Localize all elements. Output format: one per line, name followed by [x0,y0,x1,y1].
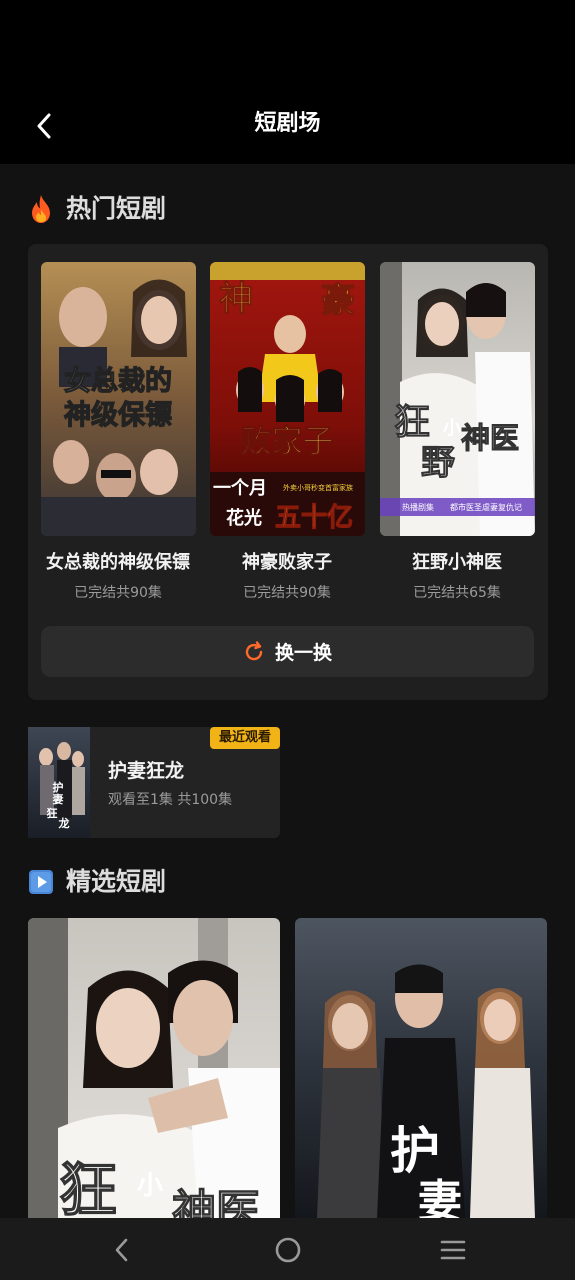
poster-meta: 已完结共90集 [74,585,162,601]
fire-icon [32,195,50,223]
poster-art: 狂 小 神医 野 热播剧集 都市医圣虐妻复仇记 [380,262,535,536]
poster-text: 热播剧集 [402,502,434,512]
recent-title: 护妻狂龙 [108,760,185,782]
poster-art: 护 妻 [295,918,547,1218]
status-bar [0,0,575,100]
poster-item-3[interactable]: 狂 小 神医 野 热播剧集 都市医圣虐妻复仇记 [380,262,535,536]
featured-item-2[interactable]: 护 妻 [295,918,547,1218]
poster-title[interactable]: 狂野小神医 [372,550,542,576]
poster-text: 狂 [47,806,58,820]
recent-progress: 观看至1集 共100集 [108,792,233,808]
poster-text: 五十亿 [275,503,353,533]
nav-home-button[interactable] [268,1230,308,1270]
nav-back-icon [115,1238,128,1262]
poster-text: 神医 [461,421,519,455]
poster-text: 野 [421,443,455,483]
poster-text: 一个月 [213,477,267,499]
nav-menu-button[interactable] [433,1230,473,1270]
poster-text: 龙 [58,816,70,830]
featured-item-1[interactable]: 狂 小 神医 [28,918,280,1218]
nav-back-button[interactable] [102,1230,142,1270]
poster-text: 妻 [418,1176,462,1218]
poster-item-1[interactable]: 女总裁的 神级保镖 [41,262,196,536]
poster-meta: 已完结共65集 [413,585,501,601]
poster-text: 女总裁的 [64,365,172,397]
swap-label: 换一换 [274,642,332,664]
poster-text: 神医 [172,1186,260,1218]
poster-text: 外卖小哥秒变首富家族 [283,483,353,492]
poster-text: 花光 [226,507,262,529]
poster-text: 小 [443,418,461,439]
swap-button[interactable]: 换一换 [41,626,534,677]
poster-art: 神 豪 败家子 一个月 花光 五十亿 外卖小哥秒变首富家族 [210,262,365,536]
recent-badge: 最近观看 [210,727,280,749]
section-title-hot: 热门短剧 [66,194,167,223]
nav-home-icon [275,1237,301,1263]
poster-text: 狂 [59,1156,117,1218]
poster-art: 女总裁的 神级保镖 [41,262,196,536]
poster-text: 护 [53,780,64,794]
recent-thumbnail: 护 妻 狂 龙 [28,727,90,838]
poster-art: 狂 小 神医 [28,918,280,1218]
poster-title[interactable]: 神豪败家子 [202,550,372,576]
poster-text: 神级保镖 [64,399,172,431]
poster-title[interactable]: 女总裁的神级保镖 [33,550,203,576]
page-title: 短剧场 [254,111,321,136]
poster-text: 妻 [53,792,64,806]
play-square-icon [29,870,53,894]
poster-text: 护 [390,1122,440,1180]
nav-menu-icon [440,1240,466,1260]
poster-text: 败家子 [241,424,334,460]
poster-text: 都市医圣虐妻复仇记 [450,502,522,512]
poster-text: 神 [219,279,253,319]
poster-text: 小 [137,1171,163,1201]
poster-item-2[interactable]: 神 豪 败家子 一个月 花光 五十亿 外卖小哥秒变首富家族 [210,262,365,536]
poster-text: 狂 [394,402,430,443]
refresh-icon [245,640,263,660]
poster-text: 豪 [321,281,355,321]
section-title-featured: 精选短剧 [66,867,167,896]
poster-meta: 已完结共90集 [243,585,331,601]
